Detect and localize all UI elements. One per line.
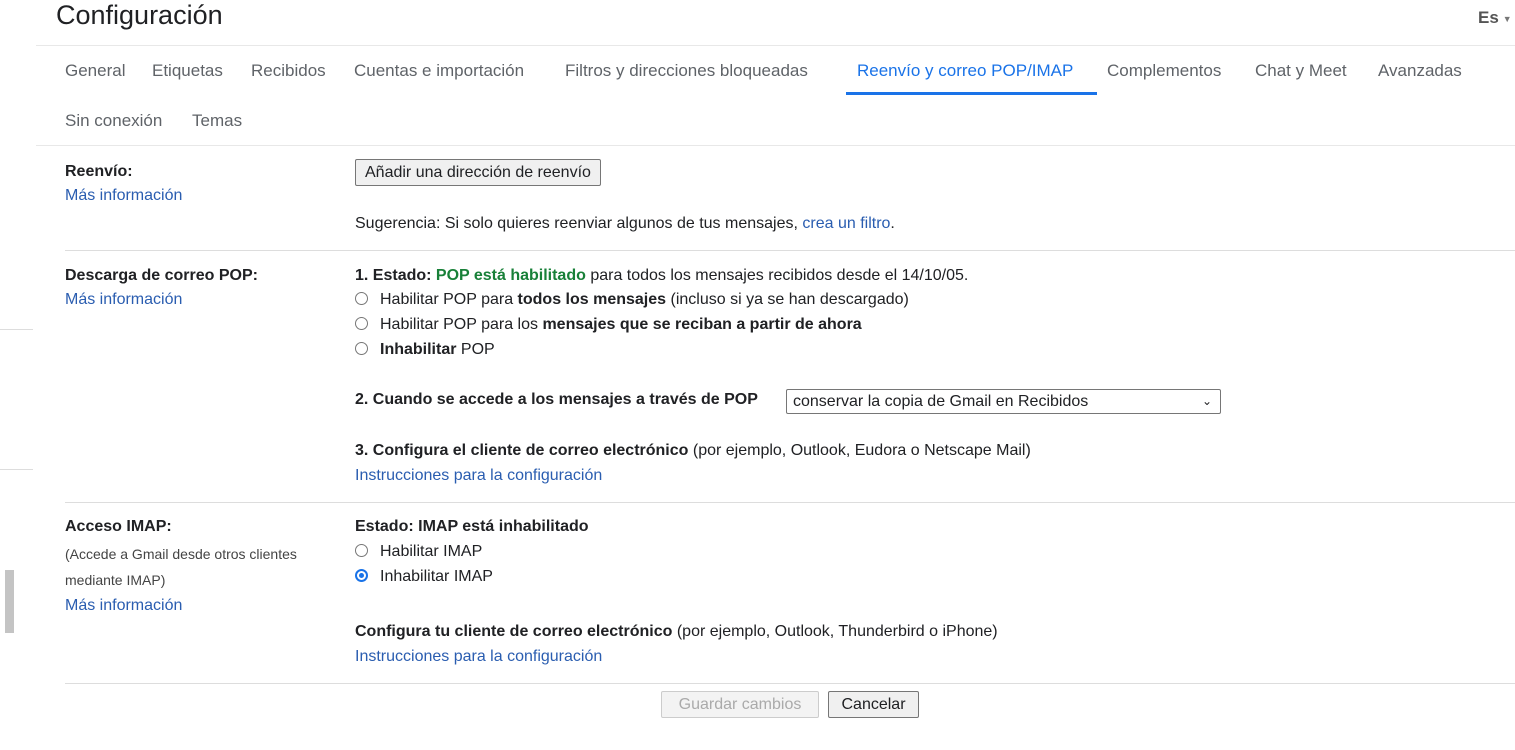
- language-selector[interactable]: Es ▼: [1478, 8, 1512, 28]
- option-bold: todos los mensajes: [517, 291, 667, 308]
- pop-access-label: 2. Cuando se accede a los mensajes a tra…: [355, 391, 758, 408]
- tab-filtros[interactable]: Filtros y direcciones bloqueadas: [565, 61, 808, 81]
- cancel-button[interactable]: Cancelar: [828, 691, 919, 718]
- config-suffix: (por ejemplo, Outlook, Thunderbird o iPh…: [672, 623, 998, 640]
- option-text: (incluso si ya se han descargado): [666, 291, 909, 308]
- pop-option-from-now[interactable]: Habilitar POP para los mensajes que se r…: [355, 316, 862, 334]
- radio-button[interactable]: [355, 292, 368, 305]
- imap-description: mediante IMAP): [65, 572, 166, 588]
- tab-temas[interactable]: Temas: [192, 111, 242, 131]
- sidebar-divider: [0, 469, 33, 470]
- option-text: Habilitar POP para: [380, 291, 518, 308]
- config-suffix: (por ejemplo, Outlook, Eudora o Netscape…: [688, 442, 1031, 459]
- pop-option-all[interactable]: Habilitar POP para todos los mensajes (i…: [355, 291, 909, 309]
- imap-description: (Accede a Gmail desde otros clientes: [65, 546, 297, 562]
- tab-etiquetas[interactable]: Etiquetas: [152, 61, 223, 81]
- pop-config: 3. Configura el cliente de correo electr…: [355, 442, 1031, 460]
- add-forwarding-address-button[interactable]: Añadir una dirección de reenvío: [355, 159, 601, 186]
- scrollbar[interactable]: [5, 570, 14, 633]
- tab-sin-conexion[interactable]: Sin conexión: [65, 111, 162, 131]
- tab-cuentas[interactable]: Cuentas e importación: [354, 61, 524, 81]
- imap-status: Estado: IMAP está inhabilitado: [355, 518, 589, 535]
- pop-instructions-link[interactable]: Instrucciones para la configuración: [355, 467, 602, 485]
- radio-button[interactable]: [355, 342, 368, 355]
- radio-button[interactable]: [355, 317, 368, 330]
- divider: [36, 45, 1515, 46]
- tab-avanzadas[interactable]: Avanzadas: [1378, 61, 1462, 81]
- pop-status: 1. Estado: POP está habilitado para todo…: [355, 267, 968, 285]
- tab-chat[interactable]: Chat y Meet: [1255, 61, 1347, 81]
- save-changes-button[interactable]: Guardar cambios: [661, 691, 819, 718]
- radio-button-selected[interactable]: [355, 569, 368, 582]
- imap-option-enable[interactable]: Habilitar IMAP: [355, 543, 482, 561]
- divider: [36, 145, 1515, 146]
- radio-button[interactable]: [355, 544, 368, 557]
- forwarding-hint: Sugerencia: Si solo quieres reenviar alg…: [355, 215, 895, 233]
- active-tab-indicator: [846, 92, 1097, 95]
- tab-general[interactable]: General: [65, 61, 125, 81]
- option-bold: mensajes que se reciban a partir de ahor…: [542, 316, 862, 333]
- option-text: Habilitar IMAP: [380, 543, 483, 560]
- imap-more-info-link[interactable]: Más información: [65, 597, 182, 615]
- create-filter-link[interactable]: crea un filtro: [802, 215, 890, 232]
- hint-suffix: .: [890, 215, 895, 232]
- option-text: Habilitar POP para los: [380, 316, 543, 333]
- option-bold: Inhabilitar: [380, 341, 457, 358]
- pop-label: Descarga de correo POP:: [65, 267, 258, 284]
- config-label: Configura tu cliente de correo electróni…: [355, 623, 673, 640]
- hint-text: Sugerencia: Si solo quieres reenviar alg…: [355, 215, 803, 232]
- pop-more-info-link[interactable]: Más información: [65, 291, 182, 309]
- divider: [65, 250, 1515, 251]
- select-value: conservar la copia de Gmail en Recibidos: [793, 393, 1089, 410]
- pop-status-value: POP está habilitado: [435, 267, 586, 284]
- option-text: Inhabilitar IMAP: [380, 568, 493, 585]
- option-text: POP: [456, 341, 495, 358]
- status-prefix: 1. Estado:: [355, 267, 436, 284]
- imap-option-disable[interactable]: Inhabilitar IMAP: [355, 568, 493, 586]
- caret-down-icon: ▼: [1502, 13, 1512, 24]
- page-title: Configuración: [56, 0, 223, 30]
- language-label: Es: [1478, 8, 1499, 27]
- divider: [65, 502, 1515, 503]
- pop-option-disable[interactable]: Inhabilitar POP: [355, 341, 495, 359]
- tab-complementos[interactable]: Complementos: [1107, 61, 1221, 81]
- forwarding-more-info-link[interactable]: Más información: [65, 187, 182, 205]
- sidebar-divider: [0, 329, 33, 330]
- tab-reenvio[interactable]: Reenvío y correo POP/IMAP: [857, 61, 1073, 81]
- config-label: 3. Configura el cliente de correo electr…: [355, 442, 689, 459]
- forwarding-label: Reenvío:: [65, 163, 133, 180]
- chevron-down-icon: ⌄: [1201, 394, 1212, 408]
- pop-access-select[interactable]: conservar la copia de Gmail en Recibidos…: [786, 389, 1221, 414]
- imap-label: Acceso IMAP:: [65, 518, 172, 535]
- imap-instructions-link[interactable]: Instrucciones para la configuración: [355, 648, 602, 666]
- status-suffix: para todos los mensajes recibidos desde …: [585, 267, 969, 284]
- tab-recibidos[interactable]: Recibidos: [251, 61, 326, 81]
- divider: [65, 683, 1515, 684]
- imap-config: Configura tu cliente de correo electróni…: [355, 623, 998, 641]
